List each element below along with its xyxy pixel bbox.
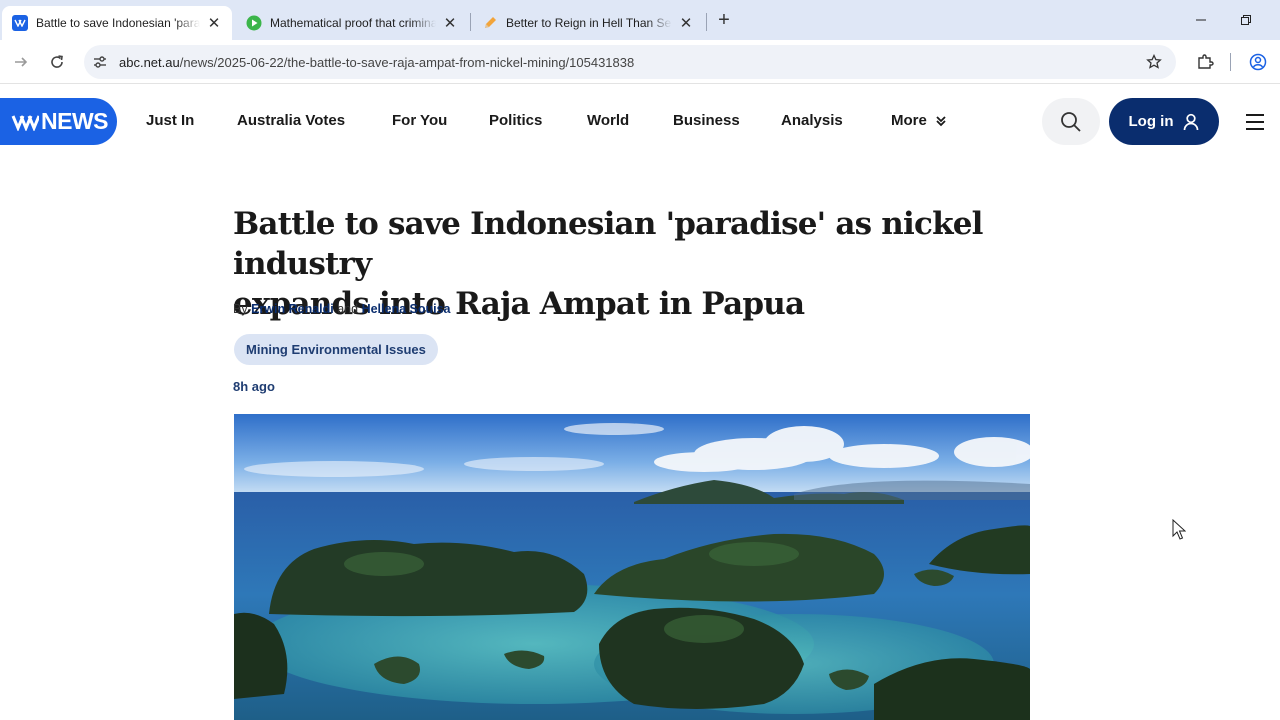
byline-prefix: By <box>233 302 248 316</box>
author-link[interactable]: Hellena Souisa <box>362 302 451 316</box>
browser-toolbar: abc.net.au/news/2025-06-22/the-battle-to… <box>0 40 1280 84</box>
restore-icon[interactable] <box>1231 8 1261 32</box>
byline-conjunction: and <box>337 302 359 316</box>
headline-line-1: Battle to save Indonesian 'paradise' as … <box>233 206 983 282</box>
nav-australia-votes[interactable]: Australia Votes <box>237 112 345 129</box>
topic-tag[interactable]: Mining Environmental Issues <box>234 334 438 365</box>
double-chevron-down-icon <box>936 115 946 126</box>
mouse-cursor-icon <box>1172 518 1187 546</box>
tab-strip: Battle to save Indonesian 'paradise' as … <box>0 0 1280 40</box>
tab-better-to-reign[interactable]: Better to Reign in Hell Than Serve ✕ <box>472 6 704 40</box>
abc-news-icon <box>12 15 28 31</box>
search-button[interactable] <box>1042 98 1100 145</box>
nav-world[interactable]: World <box>587 112 629 129</box>
nav-politics[interactable]: Politics <box>489 112 542 129</box>
bookmark-star-icon[interactable] <box>1142 50 1166 74</box>
hamburger-menu-icon[interactable] <box>1243 111 1267 133</box>
play-icon <box>246 15 262 31</box>
tab-title: Battle to save Indonesian 'paradise' as … <box>36 16 200 30</box>
forward-arrow-icon[interactable] <box>9 50 33 74</box>
user-icon <box>1183 113 1198 130</box>
url-path: /news/2025-06-22/the-battle-to-save-raja… <box>179 55 635 70</box>
login-label: Log in <box>1128 113 1174 130</box>
reload-icon[interactable] <box>45 50 69 74</box>
tab-abc-news[interactable]: Battle to save Indonesian 'paradise' as … <box>2 6 232 40</box>
address-bar[interactable]: abc.net.au/news/2025-06-22/the-battle-to… <box>84 45 1176 79</box>
byline: By Erwin Renaldi and Hellena Souisa <box>233 302 451 316</box>
tab-title: Mathematical proof that criminals <box>270 16 436 30</box>
abc-logo-mark-icon <box>11 114 39 131</box>
toolbar-separator <box>1230 53 1231 71</box>
extensions-puzzle-icon[interactable] <box>1193 50 1217 74</box>
new-tab-plus-icon[interactable]: + <box>713 10 735 32</box>
minimize-icon[interactable] <box>1186 8 1216 32</box>
close-icon[interactable]: ✕ <box>442 15 458 32</box>
login-button[interactable]: Log in <box>1109 98 1219 145</box>
nav-more[interactable]: More <box>891 112 947 129</box>
url-text: abc.net.au/news/2025-06-22/the-battle-to… <box>119 55 634 70</box>
tab-title: Better to Reign in Hell Than Serve <box>506 16 672 30</box>
nav-analysis[interactable]: Analysis <box>781 112 843 129</box>
nav-just-in[interactable]: Just In <box>146 112 194 129</box>
abc-news-logo[interactable]: NEWS <box>0 98 117 145</box>
url-host: abc.net.au <box>119 55 180 70</box>
nav-business[interactable]: Business <box>673 112 740 129</box>
close-icon[interactable]: ✕ <box>678 15 694 32</box>
tab-separator <box>706 13 707 31</box>
published-time: 8h ago <box>233 379 275 394</box>
nav-for-you[interactable]: For You <box>392 112 447 129</box>
site-info-icon[interactable] <box>88 50 112 74</box>
search-icon <box>1061 111 1081 132</box>
logo-text: NEWS <box>41 108 109 134</box>
author-link[interactable]: Erwin Renaldi <box>251 302 334 316</box>
profile-icon[interactable] <box>1246 50 1270 74</box>
close-icon[interactable]: ✕ <box>206 15 222 32</box>
hero-image <box>234 414 1030 720</box>
tab-mathematical-proof[interactable]: Mathematical proof that criminals ✕ <box>236 6 468 40</box>
site-navigation: NEWS Just In Australia Votes For You Pol… <box>0 85 1280 157</box>
pencil-icon <box>482 15 498 31</box>
tab-separator <box>470 13 471 31</box>
nav-more-label: More <box>891 112 927 129</box>
